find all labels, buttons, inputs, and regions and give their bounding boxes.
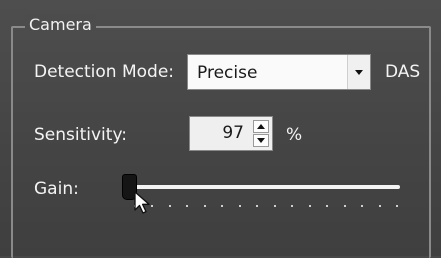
gain-slider-tick <box>378 205 381 207</box>
sensitivity-label: Sensitivity: <box>34 125 127 145</box>
arrow-down-icon <box>257 138 265 143</box>
gain-slider-tick <box>221 205 224 207</box>
detection-mode-select[interactable]: Precise <box>187 54 371 90</box>
detection-mode-label: Detection Mode: <box>34 62 175 82</box>
gain-slider-tick <box>203 205 206 207</box>
gain-slider-track[interactable] <box>132 185 400 189</box>
gain-slider-tick <box>326 205 329 207</box>
chevron-down-icon <box>355 69 363 75</box>
gain-slider-tick <box>396 205 398 207</box>
gain-slider-tick <box>186 205 189 207</box>
arrow-up-icon <box>257 124 265 129</box>
sensitivity-spinbox[interactable]: 97 <box>189 116 273 151</box>
gain-slider-ticks <box>134 205 398 209</box>
sensitivity-increment-button[interactable] <box>253 120 269 133</box>
detection-mode-suffix: DAS <box>385 62 421 82</box>
gain-label: Gain: <box>34 179 79 199</box>
gain-slider-tick <box>308 205 311 207</box>
sensitivity-decrement-button[interactable] <box>253 134 269 147</box>
gain-slider-tick <box>168 205 171 207</box>
detection-mode-value: Precise <box>197 63 258 83</box>
gain-slider-tick <box>343 205 346 207</box>
gain-slider[interactable] <box>122 174 404 220</box>
gain-slider-tick <box>361 205 364 207</box>
mouse-pointer-icon <box>134 191 150 214</box>
gain-slider-tick <box>273 205 276 207</box>
sensitivity-value[interactable]: 97 <box>190 117 248 150</box>
detection-mode-dropdown-button[interactable] <box>347 55 370 89</box>
gain-slider-tick <box>291 205 294 207</box>
camera-group-title: Camera <box>25 14 96 36</box>
sensitivity-unit: % <box>286 125 303 145</box>
gain-slider-tick <box>256 205 259 207</box>
gain-slider-tick <box>238 205 241 207</box>
